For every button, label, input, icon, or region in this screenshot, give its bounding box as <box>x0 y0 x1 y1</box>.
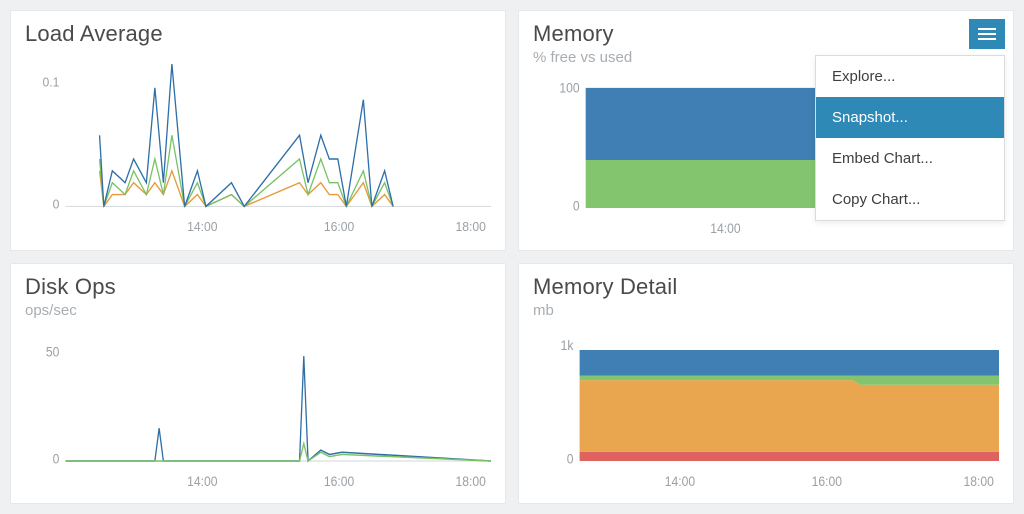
chart-menu-dropdown: Explore... Snapshot... Embed Chart... Co… <box>815 55 1005 221</box>
x-tick: 18:00 <box>456 473 486 489</box>
chart-svg: 50 0 14:00 16:00 18:00 <box>25 325 491 495</box>
panel-header: Load Average <box>25 21 491 47</box>
x-tick: 14:00 <box>187 218 217 234</box>
panel-memory-detail: Memory Detail mb 1k 0 14:00 16:00 18:00 <box>518 263 1014 504</box>
panel-memory: Explore... Snapshot... Embed Chart... Co… <box>518 10 1014 251</box>
x-tick: 16:00 <box>324 473 354 489</box>
panel-subtitle: mb <box>533 302 999 319</box>
chart-load-average[interactable]: 0.1 0 14:00 16:00 18:00 <box>25 53 491 242</box>
panel-title: Memory <box>533 21 999 47</box>
y-tick: 0 <box>573 198 580 214</box>
chart-memory-detail[interactable]: 1k 0 14:00 16:00 18:00 <box>533 325 999 495</box>
y-tick: 0.1 <box>43 74 60 90</box>
hamburger-icon <box>978 33 996 35</box>
y-tick: 1k <box>561 337 574 353</box>
panel-title: Load Average <box>25 21 491 47</box>
chart-svg: 0.1 0 14:00 16:00 18:00 <box>25 53 491 242</box>
chart-disk-ops[interactable]: 50 0 14:00 16:00 18:00 <box>25 325 491 495</box>
y-tick: 0 <box>53 451 60 467</box>
x-tick: 14:00 <box>710 220 740 236</box>
dashboard-grid: Load Average 0.1 0 14:00 16:00 18:00 Exp… <box>0 0 1024 514</box>
panel-header: Memory Detail mb <box>533 274 999 319</box>
chart-svg: 1k 0 14:00 16:00 18:00 <box>533 325 999 495</box>
menu-item-copy[interactable]: Copy Chart... <box>816 179 1004 220</box>
x-tick: 16:00 <box>812 473 842 489</box>
x-tick: 16:00 <box>324 218 354 234</box>
menu-item-snapshot[interactable]: Snapshot... <box>816 97 1004 138</box>
x-tick: 18:00 <box>456 218 486 234</box>
x-tick: 18:00 <box>964 473 994 489</box>
panel-subtitle: ops/sec <box>25 302 491 319</box>
panel-title: Disk Ops <box>25 274 491 300</box>
x-tick: 14:00 <box>665 473 695 489</box>
panel-disk-ops: Disk Ops ops/sec 50 0 14:00 16:00 18:00 <box>10 263 506 504</box>
menu-item-embed[interactable]: Embed Chart... <box>816 138 1004 179</box>
y-tick: 100 <box>559 80 579 96</box>
panel-header: Disk Ops ops/sec <box>25 274 491 319</box>
panel-load-average: Load Average 0.1 0 14:00 16:00 18:00 <box>10 10 506 251</box>
y-tick: 50 <box>46 344 60 360</box>
panel-title: Memory Detail <box>533 274 999 300</box>
menu-item-explore[interactable]: Explore... <box>816 56 1004 97</box>
y-tick: 0 <box>53 196 60 212</box>
y-tick: 0 <box>567 451 574 467</box>
chart-menu-button[interactable] <box>969 19 1005 49</box>
x-tick: 14:00 <box>187 473 217 489</box>
